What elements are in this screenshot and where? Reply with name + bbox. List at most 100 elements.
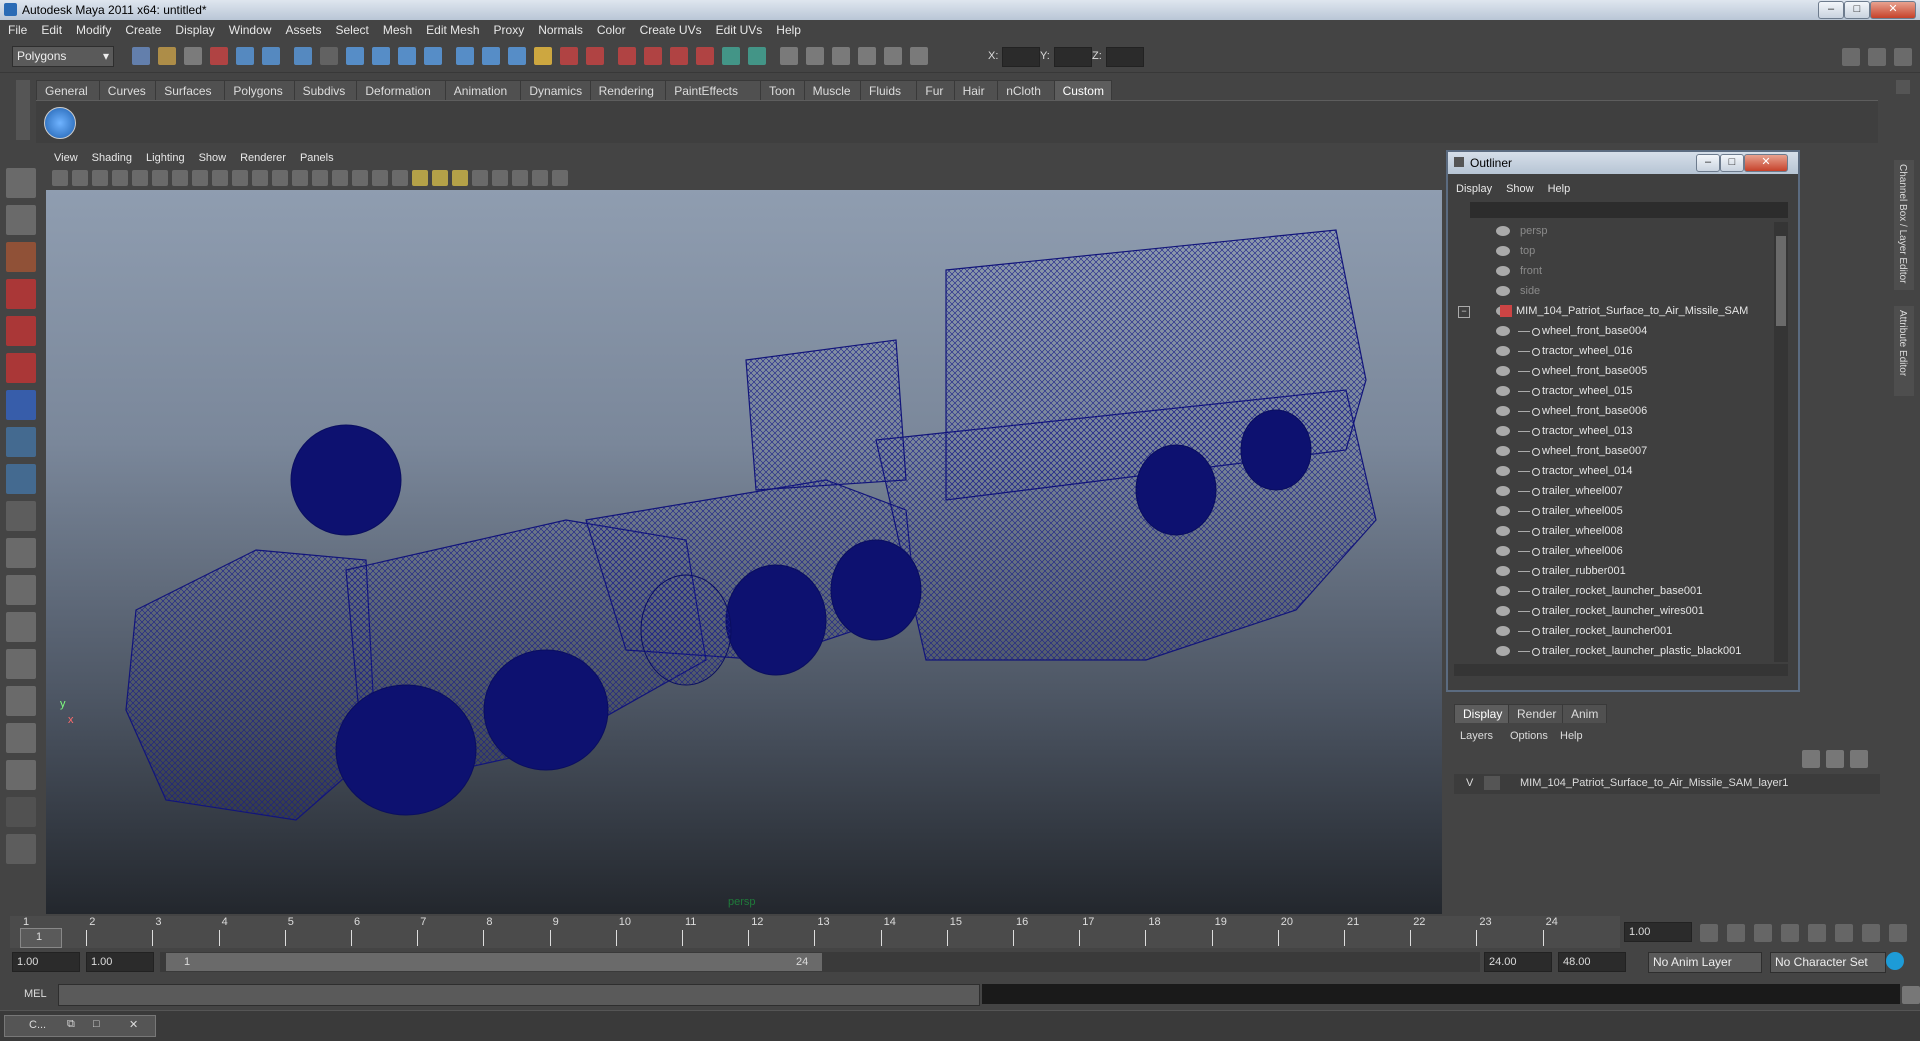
status-tool-icon-5[interactable] — [236, 47, 254, 65]
layer-color-swatch-icon[interactable] — [1504, 776, 1514, 790]
layer-tab-anim[interactable]: Anim — [1562, 704, 1608, 723]
outliner-vertical-scrollbar[interactable] — [1774, 222, 1788, 662]
viewport-toolbar-icon-12[interactable] — [272, 170, 288, 186]
hypershade-layout-icon[interactable] — [6, 686, 36, 716]
anim-layer-dropdown[interactable]: No Anim Layer — [1648, 952, 1762, 973]
step-forward-key-icon[interactable] — [1862, 924, 1880, 942]
status-tool-icon-8[interactable] — [320, 47, 338, 65]
character-set-dropdown[interactable]: No Character Set — [1770, 952, 1886, 973]
outliner-item[interactable]: tractor_wheel_016 — [1448, 342, 1778, 362]
viewport-toolbar-icon-20[interactable] — [432, 170, 448, 186]
layer-tab-display[interactable]: Display — [1454, 704, 1512, 723]
outliner-item[interactable]: tractor_wheel_015 — [1448, 382, 1778, 402]
viewport-menu-lighting[interactable]: Lighting — [138, 150, 191, 164]
channel-box-toggle-icon[interactable] — [1842, 48, 1860, 66]
viewport-toolbar-icon-22[interactable] — [472, 170, 488, 186]
go-to-end-icon[interactable] — [1889, 924, 1907, 942]
layer-playback-toggle[interactable] — [1484, 776, 1500, 790]
persp-graph-layout-icon[interactable] — [6, 649, 36, 679]
step-back-key-icon[interactable] — [1727, 924, 1745, 942]
viewport-toolbar-icon-23[interactable] — [492, 170, 508, 186]
command-input[interactable] — [58, 984, 980, 1006]
auto-key-icon[interactable] — [1886, 952, 1904, 970]
move-tool-icon[interactable] — [6, 279, 36, 309]
status-tool-icon-14[interactable] — [482, 47, 500, 65]
command-language-label[interactable]: MEL — [24, 988, 47, 1000]
viewport-menu-show[interactable]: Show — [191, 150, 233, 164]
step-back-frame-icon[interactable] — [1754, 924, 1772, 942]
shelf-tab-hair[interactable]: Hair — [953, 80, 1000, 101]
outliner-item[interactable]: trailer_wheel007 — [1448, 482, 1778, 502]
animation-start-field[interactable]: 1.00 — [12, 952, 80, 972]
outliner-filter-field[interactable] — [1470, 202, 1788, 218]
menu-proxy[interactable]: Proxy — [486, 20, 531, 37]
menu-edit-uvs[interactable]: Edit UVs — [708, 20, 769, 37]
shelf-tab-polygons[interactable]: Polygons — [224, 80, 296, 101]
outliner-item[interactable]: trailer_wheel008 — [1448, 522, 1778, 542]
z-field[interactable] — [1106, 47, 1144, 67]
viewport-toolbar-icon-9[interactable] — [212, 170, 228, 186]
show-manipulator-icon[interactable] — [6, 464, 36, 494]
status-tool-icon-20[interactable] — [644, 47, 662, 65]
outliner-item[interactable]: wheel_front_base004 — [1448, 322, 1778, 342]
menu-edit[interactable]: Edit — [33, 20, 68, 37]
lasso-tool-icon[interactable] — [6, 205, 36, 235]
shelf-tab-general[interactable]: General — [36, 80, 101, 101]
shelf-tab-subdivs[interactable]: Subdivs — [293, 80, 359, 101]
status-tool-icon-21[interactable] — [670, 47, 688, 65]
shelf-tab-surfaces[interactable]: Surfaces — [155, 80, 227, 101]
viewport-toolbar-icon-15[interactable] — [332, 170, 348, 186]
viewport-toolbar-icon-10[interactable] — [232, 170, 248, 186]
menu-mesh[interactable]: Mesh — [375, 20, 418, 37]
viewport-menu-panels[interactable]: Panels — [292, 150, 340, 164]
playback-start-field[interactable]: 1.00 — [86, 952, 154, 972]
playback-end-field[interactable]: 24.00 — [1484, 952, 1552, 972]
layer-menu-options[interactable]: Options — [1510, 730, 1548, 742]
viewport-toolbar-icon-16[interactable] — [352, 170, 368, 186]
viewport-toolbar-icon-18[interactable] — [392, 170, 408, 186]
outliner-item[interactable]: wheel_front_base007 — [1448, 442, 1778, 462]
y-field[interactable] — [1054, 47, 1092, 67]
layout-options-icon[interactable] — [6, 797, 36, 827]
attribute-editor-tab[interactable]: Attribute Editor — [1894, 306, 1914, 396]
outliner-horizontal-scrollbar[interactable] — [1454, 664, 1788, 676]
layer-menu-layers[interactable]: Layers — [1460, 730, 1493, 742]
status-tool-icon-26[interactable] — [806, 47, 824, 65]
outliner-minimize-button[interactable]: – — [1696, 154, 1720, 172]
outliner-item[interactable]: side — [1448, 282, 1778, 302]
custom-shelf-check-icon[interactable] — [44, 107, 76, 139]
shelf-tab-ncloth[interactable]: nCloth — [997, 80, 1056, 101]
outliner-scroll-thumb[interactable] — [1776, 236, 1786, 326]
menu-select[interactable]: Select — [327, 20, 374, 37]
universal-manipulator-icon[interactable] — [6, 390, 36, 420]
minimize-button[interactable]: – — [1818, 1, 1844, 19]
time-slider[interactable]: 1 2 3 4 5 6 7 8 9 10 11 12 13 14 15 16 17 18 19 20 21 22 23 24 1 — [10, 916, 1620, 948]
soft-mod-icon[interactable] — [6, 427, 36, 457]
outliner-item[interactable]: trailer_rocket_launcher_base001 — [1448, 582, 1778, 602]
outliner-item[interactable]: trailer_rocket_launcher_wires001 — [1448, 602, 1778, 622]
outliner-item[interactable]: tractor_wheel_013 — [1448, 422, 1778, 442]
outliner-close-button[interactable]: ✕ — [1744, 154, 1788, 172]
viewport-toolbar-icon-5[interactable] — [132, 170, 148, 186]
viewport-toolbar-icon-24[interactable] — [512, 170, 528, 186]
paint-select-tool-icon[interactable] — [6, 242, 36, 272]
layer-tab-render[interactable]: Render — [1508, 704, 1566, 723]
status-tool-icon-24[interactable] — [748, 47, 766, 65]
sculpt-tool-icon[interactable] — [6, 834, 36, 864]
shelf-tab-fluids[interactable]: Fluids — [860, 80, 919, 101]
minimized-window-item[interactable]: C... ⧉ □ ✕ — [4, 1015, 156, 1037]
shelf-tab-curves[interactable]: Curves — [98, 80, 158, 101]
shelf-menu-icon[interactable] — [1896, 80, 1910, 94]
outliner-item[interactable]: persp — [1448, 222, 1778, 242]
viewport-toolbar-icon-17[interactable] — [372, 170, 388, 186]
viewport-toolbar-icon-4[interactable] — [112, 170, 128, 186]
outliner-item[interactable]: trailer_wheel006 — [1448, 542, 1778, 562]
layer-options-icon[interactable] — [1850, 750, 1868, 768]
shelf-tab-custom[interactable]: Custom — [1053, 80, 1112, 101]
outliner-menu-show[interactable]: Show — [1498, 180, 1540, 195]
outliner-item[interactable]: wheel_front_base005 — [1448, 362, 1778, 382]
new-layer-icon[interactable] — [1802, 750, 1820, 768]
minimized-maximize-icon[interactable]: □ — [93, 1018, 100, 1030]
menu-set-dropdown[interactable]: Polygons ▾ — [12, 46, 114, 67]
viewport-toolbar-icon-3[interactable] — [92, 170, 108, 186]
